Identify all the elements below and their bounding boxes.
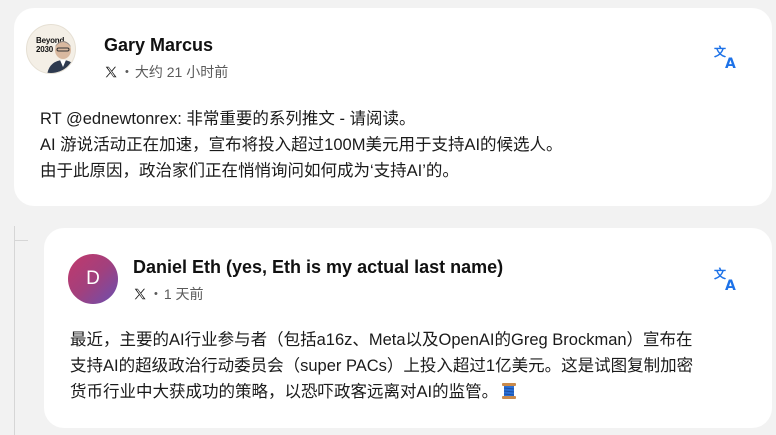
x-logo-icon[interactable] — [133, 287, 147, 301]
quoted-post-line: 最近，主要的AI行业参与者（包括a16z、Meta以及OpenAI的Greg B… — [70, 331, 693, 349]
post-line: RT @ednewtonrex: 非常重要的系列推文 - 请阅读。 — [40, 110, 416, 128]
post-timestamp[interactable]: 大约 21 小时前 — [135, 62, 228, 82]
meta-separator-dot: • — [154, 288, 158, 300]
post-meta: • 大约 21 小时前 — [104, 62, 228, 82]
quoted-post-body: 最近，主要的AI行业参与者（包括a16z、Meta以及OpenAI的Greg B… — [70, 327, 693, 405]
portrait-image — [47, 41, 75, 73]
spool-of-thread-icon — [502, 383, 517, 399]
x-logo-icon[interactable] — [104, 65, 118, 79]
quoted-post-line: 支持AI的超级政治行动委员会（super PACs）上投入超过1亿美元。这是试图… — [70, 357, 694, 375]
post-line: AI 游说活动正在加速，宣布将投入超过100M美元用于支持AI的候选人。 — [40, 136, 563, 154]
thread-connector-line — [14, 226, 15, 435]
svg-text:A: A — [725, 56, 736, 70]
post-body: RT @ednewtonrex: 非常重要的系列推文 - 请阅读。 AI 游说活… — [40, 106, 563, 184]
avatar-gary-marcus[interactable]: Beyond 2030 — [26, 24, 76, 74]
post-author-name[interactable]: Gary Marcus — [104, 35, 213, 56]
svg-text:A: A — [725, 278, 736, 292]
avatar-daniel-eth[interactable]: D — [68, 254, 118, 304]
quoted-post-timestamp[interactable]: 1 天前 — [164, 284, 204, 304]
translate-icon[interactable]: 文 A — [714, 44, 740, 70]
translate-icon[interactable]: 文 A — [714, 266, 740, 292]
quoted-post-line-last: 货币行业中大获成功的策略，以恐吓政客远离对AI的监管。 — [70, 379, 693, 405]
thread-connector-tick — [14, 240, 28, 241]
quoted-author-name[interactable]: Daniel Eth (yes, Eth is my actual last n… — [133, 257, 503, 278]
quoted-post-line-text: 货币行业中大获成功的策略，以恐吓政客远离对AI的监管。 — [70, 383, 499, 401]
post-line: 由于此原因，政治家们正在悄悄询问如何成为‘支持AI’的。 — [40, 162, 459, 180]
quoted-post-meta: • 1 天前 — [133, 284, 204, 304]
meta-separator-dot: • — [125, 66, 129, 78]
